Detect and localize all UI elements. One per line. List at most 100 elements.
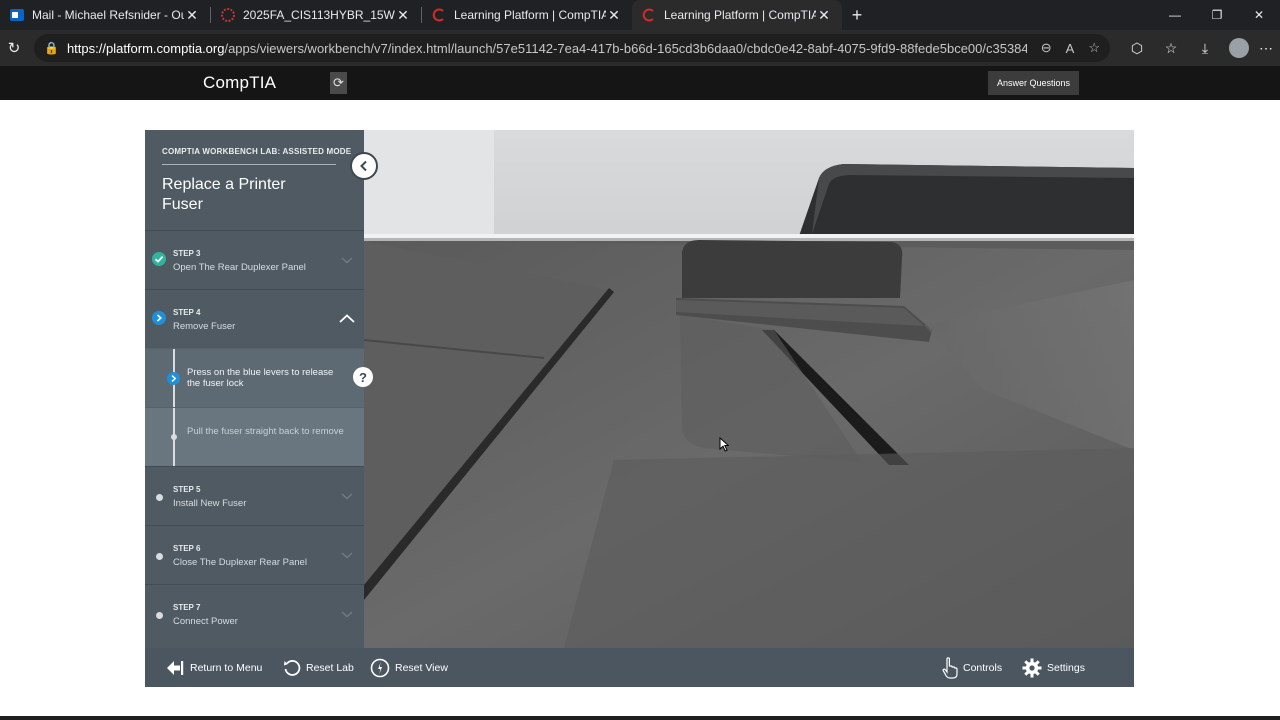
chevron-down-icon[interactable] [340,548,354,562]
chevron-down-icon[interactable] [340,489,354,503]
exit-arrow-icon [165,659,185,677]
zoom-icon[interactable]: ⊖ [1041,40,1052,56]
reset-icon [283,659,301,677]
lab-sidebar: COMPTIA WORKBENCH LAB: ASSISTED MODE Rep… [145,130,364,648]
arrow-right-icon [152,311,166,325]
step-name: Open The Rear Duplexer Panel [173,262,306,273]
browser-tools: ⬡ ☆ ⤓ [1120,40,1222,57]
close-tab-icon[interactable]: ✕ [184,7,200,24]
lab-title: Replace a Printer Fuser [162,176,286,213]
outlook-icon [10,8,24,22]
step-4[interactable]: STEP 4 Remove Fuser [145,289,364,348]
downloads-icon[interactable]: ⤓ [1188,40,1222,57]
comptia-logo[interactable]: CompTIA [203,73,276,93]
step-number: STEP 4 [173,308,201,317]
controls-button[interactable]: Controls [942,648,1002,687]
lab-header: COMPTIA WORKBENCH LAB: ASSISTED MODE Rep… [145,130,364,230]
reload-icon[interactable]: ↻ [2,39,26,57]
address-bar[interactable]: 🔒 https://platform.comptia.org/apps/view… [34,34,1110,62]
substep-text: Press on the blue levers to release the … [187,367,334,389]
pending-dot [156,553,163,560]
tab-title: 2025FA_CIS113HYBR_15WK IT Hardware [243,8,395,22]
divider [162,164,336,165]
pending-dot [171,434,177,440]
lab-toolbar: Return to Menu Reset Lab Reset View Cont… [145,648,1134,687]
tab-title: Learning Platform | CompTIA [454,8,606,22]
tab-title: Mail - Michael Refsnider - Outlook [32,8,184,22]
restore-icon[interactable]: ❐ [1196,0,1238,30]
minimize-icon[interactable]: — [1154,0,1196,30]
gear-icon [1022,658,1042,678]
step-number: STEP 7 [173,603,201,612]
step-7[interactable]: STEP 7 Connect Power [145,584,364,643]
browser-tab-outlook[interactable]: Mail - Michael Refsnider - Outlook ✕ [0,0,210,30]
chevron-down-icon[interactable] [340,253,354,267]
close-window-icon[interactable]: ✕ [1238,0,1280,30]
close-tab-icon[interactable]: ✕ [606,7,622,24]
browser-tab-strip: Mail - Michael Refsnider - Outlook ✕ 202… [0,0,1280,30]
browser-toolbar: ↻ 🔒 https://platform.comptia.org/apps/vi… [0,30,1280,66]
hand-pointer-icon [942,656,958,679]
step-number: STEP 5 [173,485,201,494]
favorites-icon[interactable]: ☆ [1154,40,1188,57]
window-controls: — ❐ ✕ [1154,0,1280,30]
browser-tab-comptia[interactable]: Learning Platform | CompTIA ✕ [422,0,632,30]
step-number: STEP 3 [173,249,201,258]
step-3[interactable]: STEP 3 Open The Rear Duplexer Panel [145,230,364,289]
step-name: Connect Power [173,616,238,627]
sync-icon[interactable]: ⟳ [330,72,347,94]
profile-avatar[interactable] [1229,38,1249,58]
course-icon [221,8,235,22]
comptia-icon [642,8,656,22]
browser-tab-course[interactable]: 2025FA_CIS113HYBR_15WK IT Hardware ✕ [211,0,421,30]
chevron-up-icon[interactable] [338,310,356,328]
tab-title: Learning Platform | CompTIA [664,8,816,22]
step-name: Close The Duplexer Rear Panel [173,557,307,568]
new-tab-button[interactable]: + [842,0,872,30]
url-text: https://platform.comptia.org/apps/viewer… [66,40,1027,56]
pending-dot [156,612,163,619]
lab-mode-label: COMPTIA WORKBENCH LAB: ASSISTED MODE [162,147,352,156]
step-number: STEP 6 [173,544,201,553]
reset-lab-button[interactable]: Reset Lab [283,648,354,687]
reset-view-label: Reset View [395,661,448,674]
return-to-menu-label: Return to Menu [190,661,263,674]
chevron-left-icon [360,160,367,172]
close-tab-icon[interactable]: ✕ [395,7,411,24]
step-5[interactable]: STEP 5 Install New Fuser [145,466,364,525]
arrow-right-icon [167,372,180,385]
check-icon [152,252,166,266]
reset-lab-label: Reset Lab [306,661,354,674]
page-bottom-edge [0,716,1280,720]
reset-view-button[interactable]: Reset View [370,648,448,687]
substep-pending[interactable]: Pull the fuser straight back to remove [145,407,364,467]
favorite-star-icon[interactable]: ☆ [1088,40,1100,56]
chevron-down-icon[interactable] [340,607,354,621]
printer-scene [364,130,1134,648]
step-name: Remove Fuser [173,321,236,332]
comptia-icon [432,8,446,22]
mouse-cursor-icon [719,437,729,452]
lock-icon[interactable]: 🔒 [44,41,59,55]
compass-icon [370,658,390,678]
substep-current[interactable]: Press on the blue levers to release the … [145,348,364,408]
help-icon[interactable]: ? [353,367,373,387]
answer-questions-button[interactable]: Answer Questions [988,71,1079,95]
collapse-sidebar-button[interactable] [350,152,378,180]
return-to-menu-button[interactable]: Return to Menu [165,648,262,687]
3d-viewport[interactable] [364,130,1134,648]
step-name: Install New Fuser [173,498,247,509]
extensions-icon[interactable]: ⬡ [1120,40,1154,57]
close-tab-icon[interactable]: ✕ [816,7,832,24]
substep-text: Pull the fuser straight back to remove [187,426,344,437]
browser-tab-comptia-active[interactable]: Learning Platform | CompTIA ✕ [632,0,842,30]
controls-label: Controls [963,661,1003,674]
site-header: CompTIA ⟳ Answer Questions [0,66,1280,100]
pending-dot [156,494,163,501]
more-menu-icon[interactable]: ⋯ [1256,40,1276,57]
read-aloud-icon[interactable]: A [1066,41,1075,56]
settings-label: Settings [1047,661,1085,674]
settings-button[interactable]: Settings [1022,648,1085,687]
workbench-lab: COMPTIA WORKBENCH LAB: ASSISTED MODE Rep… [145,130,1134,687]
step-6[interactable]: STEP 6 Close The Duplexer Rear Panel [145,525,364,584]
